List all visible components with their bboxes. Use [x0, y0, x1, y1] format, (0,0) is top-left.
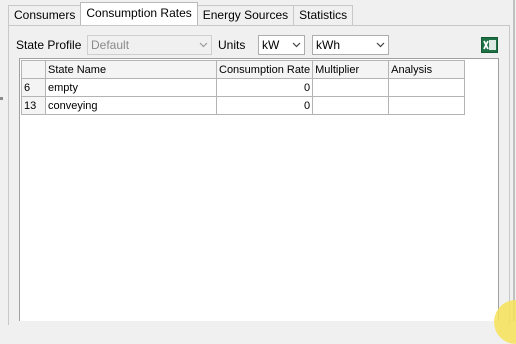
consumption-rate-cell[interactable]: 0	[215, 78, 314, 97]
splitter-mark	[0, 97, 3, 100]
grid-table: State Name Consumption Rate Multiplier A…	[21, 60, 466, 115]
table-row[interactable]: 13 conveying 0	[21, 96, 466, 115]
tab-consumers[interactable]: Consumers	[8, 5, 82, 25]
state-name-cell[interactable]: empty	[45, 78, 217, 97]
window-edge	[513, 0, 515, 321]
chevron-down-icon	[195, 42, 211, 48]
column-header-state-name[interactable]: State Name	[45, 60, 217, 79]
grid-header-row: State Name Consumption Rate Multiplier A…	[21, 60, 466, 79]
chevron-down-icon	[372, 42, 388, 48]
analysis-cell[interactable]	[388, 78, 466, 97]
energy-unit-select[interactable]: kWh	[312, 35, 389, 55]
excel-export-icon[interactable]	[481, 37, 498, 53]
state-profile-label: State Profile	[16, 38, 82, 52]
table-row[interactable]: 6 empty 0	[21, 78, 466, 97]
multiplier-cell[interactable]	[312, 78, 390, 97]
units-label: Units	[218, 38, 246, 52]
tab-bar: Consumers Consumption Rates Energy Sourc…	[8, 2, 354, 25]
state-profile-value: Default	[91, 38, 130, 52]
row-id[interactable]: 13	[21, 96, 46, 115]
analysis-cell[interactable]	[388, 96, 466, 115]
column-header-id[interactable]	[21, 60, 46, 79]
column-header-analysis[interactable]: Analysis	[388, 60, 466, 79]
power-unit-select[interactable]: kW	[258, 35, 305, 55]
column-header-consumption-rate[interactable]: Consumption Rate	[215, 60, 314, 79]
tab-statistics[interactable]: Statistics	[293, 5, 354, 25]
tab-consumption-rates[interactable]: Consumption Rates	[80, 2, 198, 25]
consumption-rates-grid[interactable]: State Name Consumption Rate Multiplier A…	[19, 58, 499, 321]
state-profile-select[interactable]: Default	[87, 35, 212, 55]
multiplier-cell[interactable]	[312, 96, 390, 115]
row-id[interactable]: 6	[21, 78, 46, 97]
state-name-cell[interactable]: conveying	[45, 96, 217, 115]
consumption-rate-cell[interactable]: 0	[215, 96, 314, 115]
energy-unit-value: kWh	[316, 38, 340, 52]
tab-energy-sources[interactable]: Energy Sources	[196, 5, 295, 25]
power-unit-value: kW	[262, 38, 280, 52]
chevron-down-icon	[288, 42, 304, 48]
column-header-multiplier[interactable]: Multiplier	[312, 60, 390, 79]
